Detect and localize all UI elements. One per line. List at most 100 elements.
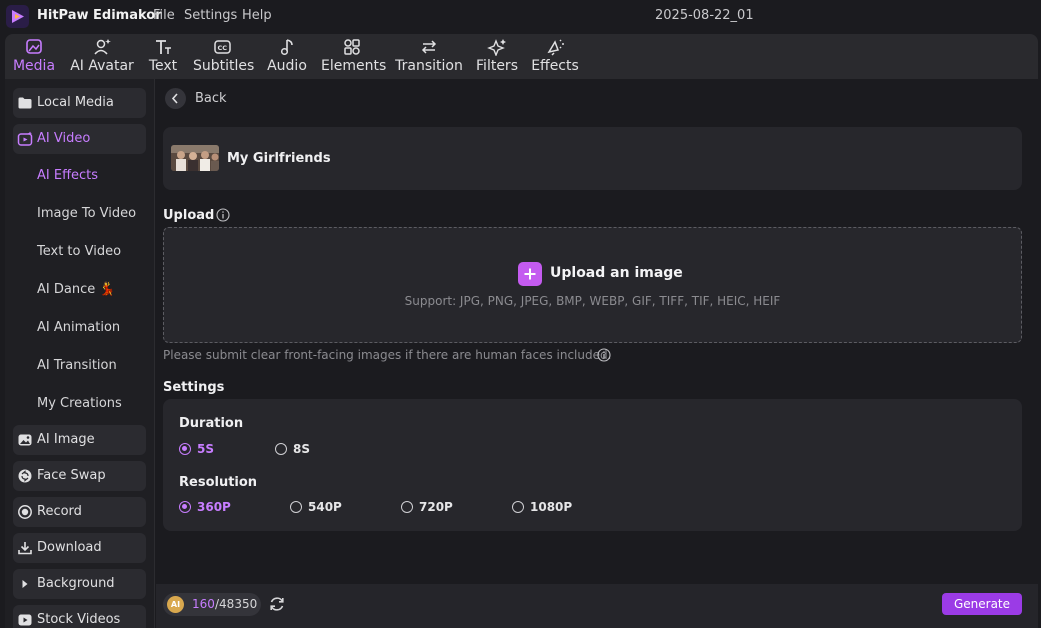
- bottom-bar: AI 160 /48350 Generate: [156, 584, 1038, 628]
- radio-label: 1080P: [530, 500, 573, 514]
- resolution-option-540p[interactable]: 540P: [290, 499, 360, 515]
- sidebar-subitem-text-to-video[interactable]: Text to Video: [37, 244, 121, 259]
- download-icon: [17, 540, 33, 556]
- resolution-option-1080p[interactable]: 1080P: [512, 499, 582, 515]
- tab-filters-label: Filters: [476, 58, 518, 74]
- sidebar-item-label: Download: [37, 540, 102, 555]
- sidebar-item-label: Face Swap: [37, 468, 106, 483]
- upload-dropzone[interactable]: Upload an image Support: JPG, PNG, JPEG,…: [163, 227, 1022, 343]
- elements-icon: [342, 38, 362, 56]
- radio-label: 5S: [197, 442, 214, 456]
- duration-option-5s[interactable]: 5S: [179, 441, 239, 457]
- radio-icon: [401, 501, 413, 513]
- tab-transition[interactable]: Transition: [395, 34, 463, 79]
- back-label[interactable]: Back: [195, 91, 227, 106]
- tab-subtitles-label: Subtitles: [193, 58, 255, 74]
- refresh-icon[interactable]: [268, 595, 286, 613]
- effect-thumbnail: [171, 145, 219, 171]
- sidebar: Local Media AI Video AI Effects Image To…: [5, 79, 155, 628]
- resolution-label: Resolution: [179, 475, 258, 490]
- sidebar-item-label: AI Image: [37, 432, 95, 447]
- tab-effects-label: Effects: [531, 58, 579, 74]
- resolution-option-720p[interactable]: 720P: [401, 499, 471, 515]
- sidebar-subitem-ai-animation[interactable]: AI Animation: [37, 320, 120, 335]
- ai-image-icon: [17, 432, 33, 448]
- settings-card: Duration 5S 8S Resolution 360P 540P 720P…: [163, 399, 1022, 531]
- sidebar-item-download[interactable]: Download: [13, 533, 146, 563]
- info-icon[interactable]: [597, 348, 611, 362]
- subtitles-icon: CC: [213, 38, 233, 56]
- radio-selected-icon: [179, 443, 191, 455]
- effects-icon: [545, 38, 565, 56]
- duration-label: Duration: [179, 416, 244, 431]
- tab-transition-label: Transition: [395, 58, 463, 74]
- menu-settings[interactable]: Settings: [184, 8, 237, 23]
- resolution-option-360p[interactable]: 360P: [179, 499, 249, 515]
- sidebar-item-label: Record: [37, 504, 82, 519]
- sidebar-item-ai-image[interactable]: AI Image: [13, 425, 146, 455]
- sidebar-item-face-swap[interactable]: Face Swap: [13, 461, 146, 491]
- sidebar-subitem-image-to-video[interactable]: Image To Video: [37, 206, 136, 221]
- sidebar-item-label: Background: [37, 576, 115, 591]
- sidebar-item-local-media[interactable]: Local Media: [13, 88, 146, 118]
- sidebar-item-background[interactable]: Background: [13, 569, 146, 599]
- sidebar-subitem-ai-effects[interactable]: AI Effects: [37, 168, 98, 183]
- tab-media-label: Media: [12, 58, 56, 74]
- ai-video-icon: [17, 131, 33, 147]
- upload-section-title: Upload: [163, 208, 215, 223]
- face-swap-icon: [17, 468, 33, 484]
- app-logo-icon: [6, 5, 29, 28]
- radio-icon: [290, 501, 302, 513]
- info-icon[interactable]: [216, 208, 230, 222]
- sidebar-subitem-my-creations[interactable]: My Creations: [37, 396, 122, 411]
- tab-filters[interactable]: Filters: [475, 34, 519, 79]
- svg-text:CC: CC: [218, 44, 228, 52]
- ai-avatar-icon: [92, 38, 112, 56]
- media-icon: [24, 38, 44, 56]
- tab-effects[interactable]: Effects: [531, 34, 579, 79]
- duration-option-8s[interactable]: 8S: [275, 441, 335, 457]
- filters-icon: [487, 38, 507, 56]
- effect-name: My Girlfriends: [227, 151, 331, 166]
- radio-selected-icon: [179, 501, 191, 513]
- upload-hint: Please submit clear front-facing images …: [163, 348, 612, 362]
- audio-icon: [277, 38, 297, 56]
- tab-text[interactable]: Text: [145, 34, 181, 79]
- upload-title[interactable]: Upload an image: [550, 265, 683, 281]
- plus-icon[interactable]: [518, 262, 542, 286]
- caret-right-icon: [17, 576, 33, 592]
- radio-label: 720P: [419, 500, 453, 514]
- sidebar-subitem-ai-transition[interactable]: AI Transition: [37, 358, 117, 373]
- sidebar-item-label: Local Media: [37, 95, 114, 110]
- menu-help[interactable]: Help: [242, 8, 272, 23]
- tab-subtitles[interactable]: CC Subtitles: [193, 34, 255, 79]
- radio-label: 540P: [308, 500, 342, 514]
- tab-media[interactable]: Media: [11, 34, 57, 79]
- app-name: HitPaw Edimakor: [37, 8, 162, 23]
- tab-elements[interactable]: Elements: [321, 34, 387, 79]
- radio-label: 8S: [293, 442, 310, 456]
- tab-ai-avatar-label: AI Avatar: [70, 58, 134, 74]
- coin-icon: AI: [167, 596, 184, 613]
- sidebar-item-record[interactable]: Record: [13, 497, 146, 527]
- menu-file[interactable]: File: [153, 8, 175, 23]
- tab-elements-label: Elements: [321, 58, 387, 74]
- sidebar-item-ai-video[interactable]: AI Video: [13, 124, 146, 154]
- sidebar-item-label: Stock Videos: [37, 612, 121, 627]
- tab-audio[interactable]: Audio: [265, 34, 309, 79]
- credits-badge: AI 160 /48350: [163, 593, 261, 616]
- generate-button[interactable]: Generate: [942, 593, 1022, 615]
- record-icon: [17, 504, 33, 520]
- tab-audio-label: Audio: [267, 58, 307, 74]
- sidebar-subitem-ai-dance[interactable]: AI Dance 💃: [37, 282, 116, 297]
- credits-total: /48350: [215, 597, 258, 611]
- stock-videos-icon: [17, 612, 33, 628]
- sidebar-item-stock-videos[interactable]: Stock Videos: [13, 605, 146, 628]
- radio-icon: [512, 501, 524, 513]
- sidebar-item-label: AI Video: [37, 131, 91, 146]
- settings-section-title: Settings: [163, 380, 225, 395]
- radio-label: 360P: [197, 500, 231, 514]
- text-icon: [153, 38, 173, 56]
- tab-ai-avatar[interactable]: AI Avatar: [69, 34, 135, 79]
- back-button[interactable]: [165, 88, 186, 109]
